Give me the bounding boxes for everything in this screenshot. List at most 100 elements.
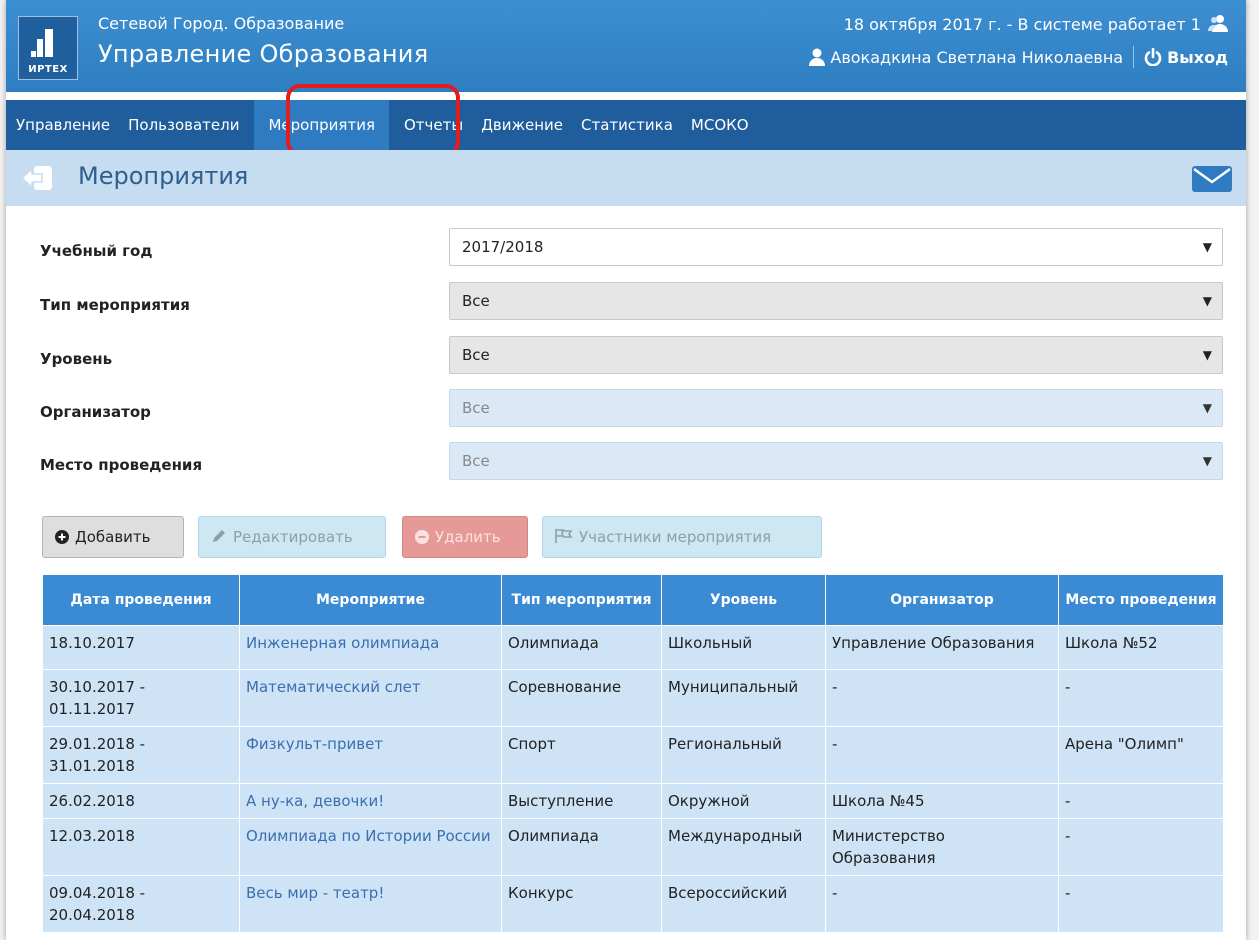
table-row[interactable]: 18.10.2017 Инженерная олимпиада Олимпиад… xyxy=(42,625,1224,670)
type-select-value: Все xyxy=(462,292,490,310)
col-place-header[interactable]: Место проведения xyxy=(1058,574,1224,626)
app-header: ИРТЕХ Сетевой Город. Образование Управле… xyxy=(6,0,1246,92)
edit-button[interactable]: Редактировать xyxy=(198,516,386,558)
table-row[interactable]: 12.03.2018 Олимпиада по Истории России О… xyxy=(42,818,1224,876)
nav-events[interactable]: Мероприятия xyxy=(254,100,389,150)
cell-type: Конкурс xyxy=(501,875,662,933)
table-header-row: Дата проведения Мероприятие Тип мероприя… xyxy=(42,574,1224,626)
cell-type: Олимпиада xyxy=(501,818,662,876)
cell-place: - xyxy=(1058,669,1224,727)
pencil-icon xyxy=(211,517,227,557)
cell-type: Олимпиада xyxy=(501,625,662,670)
nav-msoko[interactable]: МСОКО xyxy=(682,100,758,150)
cell-organizer: - xyxy=(825,669,1059,727)
cell-event-link[interactable]: Математический слет xyxy=(239,669,502,727)
place-select[interactable]: Все ▼ xyxy=(449,442,1223,480)
cell-organizer: Управление Образования xyxy=(825,625,1059,670)
cell-level: Окружной xyxy=(661,783,826,819)
cell-level: Муниципальный xyxy=(661,669,826,727)
date-status-text: 18 октября 2017 г. - В системе работает … xyxy=(843,15,1201,34)
nav-management[interactable]: Управление xyxy=(6,100,119,150)
year-select[interactable]: 2017/2018 ▼ xyxy=(449,228,1223,266)
table-row[interactable]: 30.10.2017 - 01.11.2017 Математический с… xyxy=(42,669,1224,727)
col-type-header[interactable]: Тип мероприятия xyxy=(501,574,662,626)
organizer-select-value: Все xyxy=(462,399,490,417)
cell-organizer: Министерство Образования xyxy=(825,818,1059,876)
nav-reports[interactable]: Отчеты xyxy=(395,100,472,150)
filter-type: Тип мероприятия Все ▼ xyxy=(6,282,1246,322)
minus-circle-icon xyxy=(415,517,429,557)
col-event-header[interactable]: Мероприятие xyxy=(239,574,502,626)
delete-button[interactable]: Удалить xyxy=(402,516,528,558)
cell-type: Выступление xyxy=(501,783,662,819)
cell-event-link[interactable]: Олимпиада по Истории России xyxy=(239,818,502,876)
cell-level: Всероссийский xyxy=(661,875,826,933)
table-row[interactable]: 29.01.2018 - 31.01.2018 Физкульт-привет … xyxy=(42,726,1224,784)
year-select-value: 2017/2018 xyxy=(462,238,544,256)
power-icon xyxy=(1144,48,1162,66)
filter-place-label: Место проведения xyxy=(40,456,203,474)
chevron-down-icon: ▼ xyxy=(1202,401,1212,415)
col-date-header[interactable]: Дата проведения xyxy=(42,574,240,626)
cell-event-link[interactable]: Весь мир - театр! xyxy=(239,875,502,933)
cell-place: - xyxy=(1058,875,1224,933)
filter-year-label: Учебный год xyxy=(40,242,153,260)
add-button-label: Добавить xyxy=(75,528,151,546)
events-table: Дата проведения Мероприятие Тип мероприя… xyxy=(42,574,1224,933)
back-icon[interactable] xyxy=(20,164,54,192)
user-icon xyxy=(809,48,826,66)
page-title: Мероприятия xyxy=(78,162,249,190)
logout-button[interactable]: Выход xyxy=(1144,48,1228,67)
cell-place: Арена "Олимп" xyxy=(1058,726,1224,784)
organizer-select[interactable]: Все ▼ xyxy=(449,389,1223,427)
logout-label: Выход xyxy=(1167,47,1228,67)
users-online-icon[interactable] xyxy=(1208,14,1228,32)
cell-organizer: Школа №45 xyxy=(825,783,1059,819)
cell-level: Региональный xyxy=(661,726,826,784)
cell-date: 09.04.2018 - 20.04.2018 xyxy=(42,875,240,933)
nav-users[interactable]: Пользователи xyxy=(119,100,248,150)
nav-statistics[interactable]: Статистика xyxy=(572,100,682,150)
cell-event-link[interactable]: Инженерная олимпиада xyxy=(239,625,502,670)
type-select[interactable]: Все ▼ xyxy=(449,282,1223,320)
user-bar: Авокадкина Светлана Николаевна Выход xyxy=(809,46,1228,68)
cell-organizer: - xyxy=(825,726,1059,784)
nav-movement[interactable]: Движение xyxy=(472,100,572,150)
cell-event-link[interactable]: Физкульт-привет xyxy=(239,726,502,784)
participants-button[interactable]: Участники мероприятия xyxy=(542,516,822,558)
chevron-down-icon: ▼ xyxy=(1202,454,1212,468)
irtex-logo[interactable]: ИРТЕХ xyxy=(18,16,78,80)
add-button[interactable]: Добавить xyxy=(42,516,184,558)
cell-type: Соревнование xyxy=(501,669,662,727)
logo-text: ИРТЕХ xyxy=(28,64,68,75)
page-title-bar: Мероприятия xyxy=(6,150,1246,206)
cell-organizer: - xyxy=(825,875,1059,933)
cell-event-link[interactable]: А ну-ка, девочки! xyxy=(239,783,502,819)
col-level-header[interactable]: Уровень xyxy=(661,574,826,626)
participants-button-label: Участники мероприятия xyxy=(579,528,772,546)
level-select[interactable]: Все ▼ xyxy=(449,336,1223,374)
cell-type: Спорт xyxy=(501,726,662,784)
org-subtitle: Сетевой Город. Образование xyxy=(98,14,345,33)
chevron-down-icon: ▼ xyxy=(1202,294,1212,308)
table-row[interactable]: 09.04.2018 - 20.04.2018 Весь мир - театр… xyxy=(42,875,1224,933)
filter-level-label: Уровень xyxy=(40,350,113,368)
app-window: ИРТЕХ Сетевой Город. Образование Управле… xyxy=(6,0,1246,940)
table-row[interactable]: 26.02.2018 А ну-ка, девочки! Выступление… xyxy=(42,783,1224,819)
filter-level: Уровень Все ▼ xyxy=(6,336,1246,376)
cell-place: - xyxy=(1058,783,1224,819)
col-organizer-header[interactable]: Организатор xyxy=(825,574,1059,626)
filter-organizer: Организатор Все ▼ xyxy=(6,389,1246,429)
cell-date: 18.10.2017 xyxy=(42,625,240,670)
mail-icon[interactable] xyxy=(1192,166,1232,192)
delete-button-label: Удалить xyxy=(435,528,501,546)
cell-date: 12.03.2018 xyxy=(42,818,240,876)
chevron-down-icon: ▼ xyxy=(1202,240,1212,254)
filter-place: Место проведения Все ▼ xyxy=(6,442,1246,482)
user-name-link[interactable]: Авокадкина Светлана Николаевна xyxy=(830,48,1123,67)
filter-organizer-label: Организатор xyxy=(40,403,151,421)
cell-level: Международный xyxy=(661,818,826,876)
filter-type-label: Тип мероприятия xyxy=(40,296,190,314)
cell-date: 30.10.2017 - 01.11.2017 xyxy=(42,669,240,727)
header-divider xyxy=(1133,46,1135,68)
